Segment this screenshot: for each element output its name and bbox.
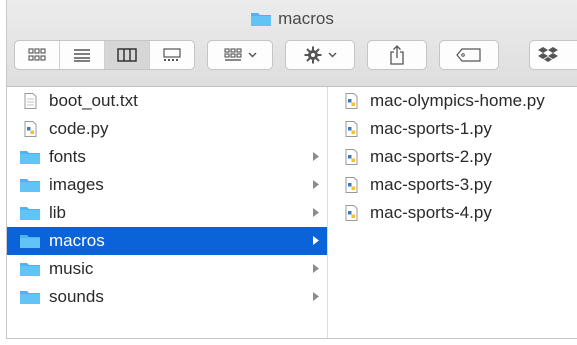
window-title-text: macros bbox=[278, 9, 334, 28]
list-item[interactable]: mac-sports-3.py bbox=[329, 171, 577, 199]
action-button[interactable] bbox=[285, 40, 355, 70]
python-file-icon bbox=[345, 93, 358, 109]
finder-window: macros boot_out.txt code.py fonts images… bbox=[6, 0, 577, 339]
item-label: mac-sports-2.py bbox=[370, 147, 492, 166]
chevron-right-icon bbox=[313, 292, 319, 301]
item-label: code.py bbox=[49, 119, 109, 138]
column-view-button[interactable] bbox=[105, 41, 150, 69]
list-item[interactable]: mac-sports-2.py bbox=[329, 143, 577, 171]
list-item[interactable]: mac-olympics-home.py bbox=[329, 87, 577, 115]
group-button[interactable] bbox=[207, 40, 273, 70]
item-label: mac-sports-1.py bbox=[370, 119, 492, 138]
item-label: macros bbox=[49, 231, 105, 250]
item-label: lib bbox=[49, 203, 67, 222]
item-label: boot_out.txt bbox=[49, 91, 138, 110]
chevron-right-icon bbox=[313, 152, 319, 161]
list-item[interactable]: code.py bbox=[7, 115, 327, 143]
tag-icon bbox=[456, 48, 481, 62]
chevron-right-icon bbox=[313, 180, 319, 189]
parent-column: boot_out.txt code.py fonts images lib ma… bbox=[7, 87, 328, 338]
python-file-icon bbox=[345, 205, 358, 221]
item-label: music bbox=[49, 259, 94, 278]
list-item[interactable]: fonts bbox=[7, 143, 327, 171]
folder-icon bbox=[20, 179, 40, 192]
gear-icon bbox=[304, 46, 321, 64]
list-item-selected[interactable]: macros bbox=[7, 227, 327, 255]
gallery-view-button[interactable] bbox=[150, 41, 194, 69]
window-title: macros bbox=[7, 9, 577, 29]
view-switcher bbox=[14, 40, 195, 70]
share-button[interactable] bbox=[367, 40, 427, 70]
folder-icon bbox=[20, 291, 40, 304]
python-file-icon bbox=[345, 121, 358, 137]
column-view-icon bbox=[117, 48, 137, 62]
icon-view-button[interactable] bbox=[15, 41, 60, 69]
folder-icon bbox=[20, 207, 40, 220]
dropbox-button[interactable] bbox=[529, 40, 577, 70]
tag-button[interactable] bbox=[439, 40, 499, 70]
text-file-icon bbox=[24, 93, 37, 109]
title-toolbar: macros bbox=[7, 0, 577, 87]
gallery-view-icon bbox=[163, 48, 181, 61]
item-label: sounds bbox=[49, 287, 104, 306]
item-label: images bbox=[49, 175, 104, 194]
list-view-button[interactable] bbox=[60, 41, 105, 69]
item-label: mac-sports-4.py bbox=[370, 203, 492, 222]
folder-icon bbox=[20, 263, 40, 276]
group-icon bbox=[223, 48, 242, 61]
python-file-icon bbox=[345, 177, 358, 193]
chevron-right-icon bbox=[313, 208, 319, 217]
icon-view-icon bbox=[28, 48, 46, 61]
folder-icon bbox=[20, 235, 40, 248]
chevron-down-icon bbox=[248, 52, 256, 58]
list-item[interactable]: mac-sports-4.py bbox=[329, 199, 577, 227]
list-item[interactable]: sounds bbox=[7, 283, 327, 311]
list-item[interactable]: images bbox=[7, 171, 327, 199]
python-file-icon bbox=[345, 149, 358, 165]
python-file-icon bbox=[24, 121, 37, 137]
list-item[interactable]: music bbox=[7, 255, 327, 283]
list-item[interactable]: boot_out.txt bbox=[7, 87, 327, 115]
folder-icon bbox=[20, 151, 40, 164]
item-label: mac-olympics-home.py bbox=[370, 91, 545, 110]
macros-column: mac-olympics-home.py mac-sports-1.py mac… bbox=[329, 87, 577, 338]
item-label: fonts bbox=[49, 147, 86, 166]
list-view-icon bbox=[74, 49, 90, 62]
share-icon bbox=[390, 45, 404, 65]
dropbox-icon bbox=[538, 47, 558, 62]
list-item[interactable]: mac-sports-1.py bbox=[329, 115, 577, 143]
item-label: mac-sports-3.py bbox=[370, 175, 492, 194]
chevron-right-icon bbox=[313, 264, 319, 273]
folder-icon bbox=[251, 13, 272, 26]
chevron-down-icon bbox=[328, 52, 336, 58]
chevron-right-icon bbox=[313, 236, 319, 245]
list-item[interactable]: lib bbox=[7, 199, 327, 227]
